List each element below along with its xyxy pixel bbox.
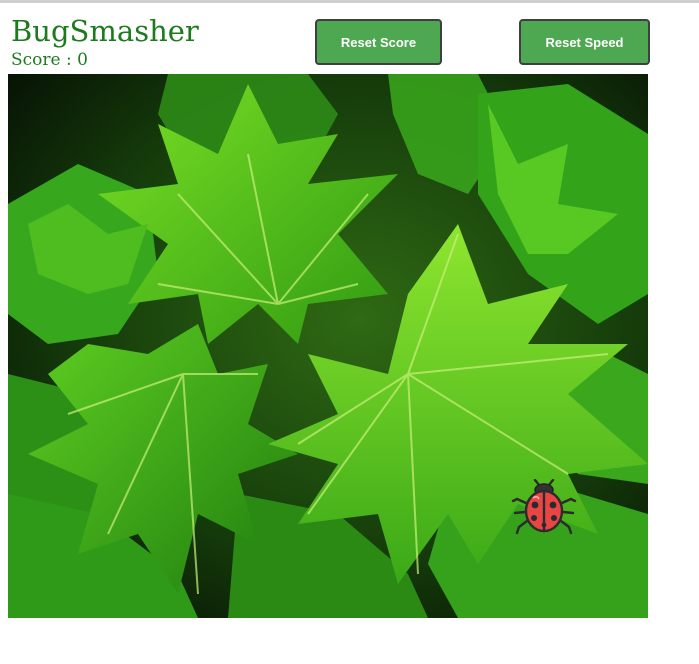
reset-speed-button[interactable]: Reset Speed	[519, 19, 650, 65]
page: BugSmasher Score : 0 Reset Score Reset S…	[0, 0, 699, 664]
reset-score-button[interactable]: Reset Score	[315, 19, 442, 65]
game-canvas[interactable]	[8, 74, 648, 618]
game-title: BugSmasher	[11, 14, 199, 48]
score-display: Score : 0	[11, 50, 88, 70]
top-border	[0, 0, 699, 3]
ladybug-icon[interactable]	[511, 479, 577, 537]
